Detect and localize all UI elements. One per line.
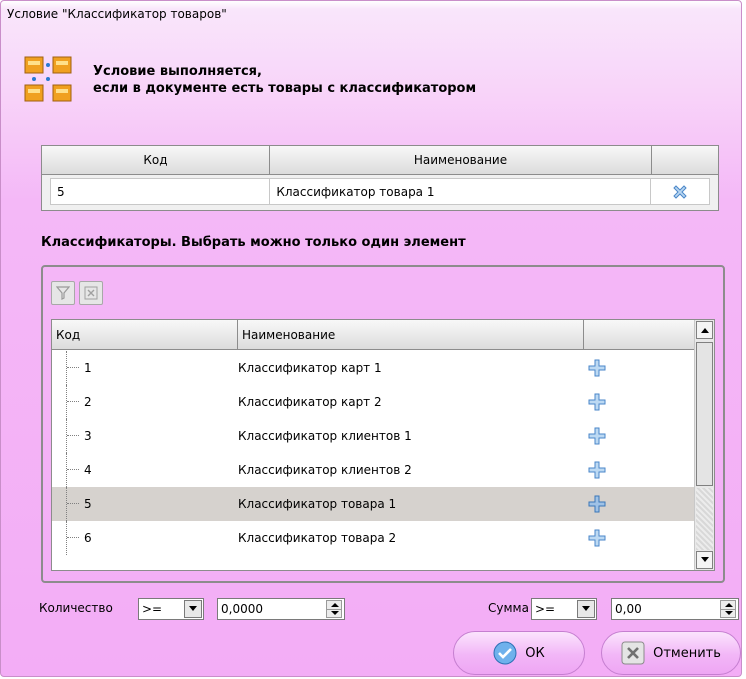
row-code: 2 bbox=[84, 395, 92, 409]
sum-operator-select[interactable]: >= bbox=[531, 598, 597, 620]
grid-row-selected[interactable]: 5 Классификатор товара 1 bbox=[52, 487, 696, 521]
grid-scrollbar[interactable] bbox=[694, 320, 714, 570]
cancel-button[interactable]: Отменить bbox=[601, 631, 741, 675]
ok-button-label: ОК bbox=[525, 645, 545, 661]
sum-operator-value: >= bbox=[535, 602, 556, 616]
column-header-code[interactable]: Код bbox=[42, 146, 270, 174]
add-icon[interactable] bbox=[588, 393, 606, 411]
grid-row[interactable]: 1 Классификатор карт 1 bbox=[52, 351, 696, 385]
classifiers-group: Код Наименование 1 Классификатор карт 1 … bbox=[41, 265, 725, 583]
row-name: Классификатор клиентов 2 bbox=[238, 463, 412, 477]
quantity-input[interactable]: 0,0000 bbox=[217, 598, 345, 620]
arrow-up-icon bbox=[700, 328, 709, 333]
sum-label: Сумма bbox=[488, 601, 529, 615]
condition-line-2: если в документе есть товары с классифик… bbox=[93, 81, 477, 96]
grid-row[interactable]: 2 Классификатор карт 2 bbox=[52, 385, 696, 419]
quantity-operator-value: >= bbox=[142, 602, 163, 616]
classifiers-section-title: Классификаторы. Выбрать можно только оди… bbox=[41, 235, 466, 250]
cancel-icon bbox=[621, 641, 645, 665]
row-code: 4 bbox=[84, 463, 92, 477]
window-title: Условие "Классификатор товаров" bbox=[7, 7, 227, 21]
column-header-name[interactable]: Наименование bbox=[270, 146, 652, 174]
row-name: Классификатор товара 2 bbox=[238, 531, 397, 545]
ok-button[interactable]: ОК bbox=[453, 631, 585, 675]
quantity-value: 0,0000 bbox=[221, 602, 263, 616]
quantity-spinner[interactable] bbox=[326, 600, 342, 618]
row-code: 3 bbox=[84, 429, 92, 443]
add-icon[interactable] bbox=[588, 427, 606, 445]
dialog-window: Условие "Классификатор товаров" Условие … bbox=[0, 0, 742, 677]
column-header-actions bbox=[652, 146, 718, 174]
remove-icon bbox=[673, 184, 687, 199]
clear-icon bbox=[84, 286, 98, 300]
scroll-down-button[interactable] bbox=[696, 551, 713, 569]
tree-connector bbox=[66, 521, 82, 555]
classifiers-grid: Код Наименование 1 Классификатор карт 1 … bbox=[51, 319, 715, 571]
quantity-operator-select[interactable]: >= bbox=[138, 598, 204, 620]
chevron-down-icon bbox=[577, 600, 595, 618]
row-name: Классификатор товара 1 bbox=[238, 497, 397, 511]
classifier-icon bbox=[24, 56, 72, 102]
add-icon[interactable] bbox=[588, 461, 606, 479]
filter-icon bbox=[56, 286, 70, 300]
selected-table-header: Код Наименование bbox=[42, 146, 718, 175]
sum-input[interactable]: 0,00 bbox=[611, 598, 739, 620]
tree-connector bbox=[66, 453, 82, 487]
scroll-track[interactable] bbox=[696, 488, 713, 550]
grid-column-name[interactable]: Наименование bbox=[238, 320, 584, 349]
selected-table-row[interactable]: 5 Классификатор товара 1 bbox=[50, 178, 710, 205]
grid-header: Код Наименование bbox=[52, 320, 696, 350]
tree-connector bbox=[66, 351, 82, 385]
tree-connector bbox=[66, 419, 82, 453]
selected-row-name: Классификатор товара 1 bbox=[270, 179, 652, 204]
row-name: Классификатор карт 2 bbox=[238, 395, 382, 409]
quantity-label: Количество bbox=[39, 601, 113, 615]
sum-spinner[interactable] bbox=[720, 600, 736, 618]
checkmark-icon bbox=[493, 641, 517, 665]
row-code: 5 bbox=[84, 497, 92, 511]
tree-connector bbox=[66, 487, 82, 521]
filter-button[interactable] bbox=[51, 281, 75, 305]
row-code: 1 bbox=[84, 361, 92, 375]
scroll-up-button[interactable] bbox=[696, 321, 713, 339]
scroll-thumb[interactable] bbox=[696, 342, 713, 486]
chevron-down-icon bbox=[184, 600, 202, 618]
row-name: Классификатор карт 1 bbox=[238, 361, 382, 375]
remove-button[interactable] bbox=[651, 179, 709, 204]
add-icon[interactable] bbox=[588, 359, 606, 377]
condition-description: Условие выполняется, если в документе ес… bbox=[93, 63, 476, 97]
grid-column-code[interactable]: Код bbox=[52, 320, 238, 349]
row-name: Классификатор клиентов 1 bbox=[238, 429, 412, 443]
grid-row[interactable]: 3 Классификатор клиентов 1 bbox=[52, 419, 696, 453]
clear-filter-button[interactable] bbox=[79, 281, 103, 305]
tree-connector bbox=[66, 385, 82, 419]
grid-row[interactable]: 4 Классификатор клиентов 2 bbox=[52, 453, 696, 487]
row-code: 6 bbox=[84, 531, 92, 545]
grid-column-actions bbox=[584, 320, 696, 349]
grid-row[interactable]: 6 Классификатор товара 2 bbox=[52, 521, 696, 555]
cancel-button-label: Отменить bbox=[653, 645, 721, 661]
add-icon[interactable] bbox=[588, 495, 606, 513]
sum-value: 0,00 bbox=[615, 602, 642, 616]
arrow-down-icon bbox=[700, 557, 709, 562]
condition-line-1: Условие выполняется, bbox=[93, 64, 262, 79]
selected-classifier-table: Код Наименование 5 Классификатор товара … bbox=[41, 145, 719, 211]
add-icon[interactable] bbox=[588, 529, 606, 547]
selected-row-code: 5 bbox=[51, 179, 271, 204]
